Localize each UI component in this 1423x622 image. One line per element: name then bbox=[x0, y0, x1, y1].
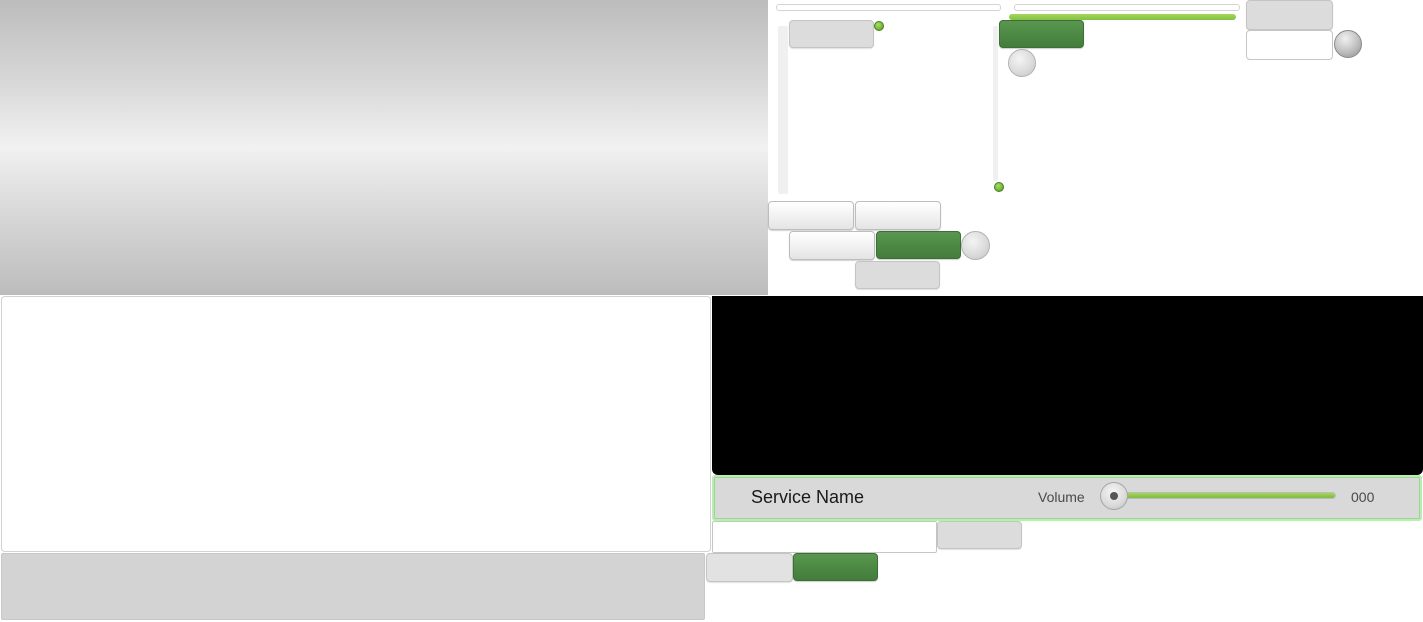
content-panel bbox=[1, 296, 711, 552]
volume-slider-fill bbox=[1113, 493, 1335, 498]
grey-button[interactable] bbox=[1246, 0, 1333, 30]
round-button[interactable] bbox=[1008, 49, 1036, 77]
top-slider-track-left[interactable] bbox=[776, 4, 1001, 11]
grey-button[interactable] bbox=[706, 553, 793, 582]
grey-button[interactable] bbox=[855, 261, 940, 289]
grey-button[interactable] bbox=[789, 20, 874, 48]
service-name-label: Service Name bbox=[751, 487, 865, 507]
grey-button[interactable] bbox=[937, 521, 1022, 549]
vertical-slider-track-left[interactable] bbox=[778, 26, 788, 194]
indicator-dot bbox=[874, 21, 884, 31]
round-button[interactable] bbox=[961, 231, 990, 260]
light-button[interactable] bbox=[768, 201, 854, 230]
top-slider-track-right[interactable] bbox=[1014, 4, 1240, 11]
volume-value: 000 bbox=[1351, 489, 1375, 505]
footer-panel bbox=[1, 553, 705, 620]
volume-slider-knob[interactable] bbox=[1100, 482, 1128, 510]
white-button[interactable] bbox=[1246, 30, 1333, 60]
white-button[interactable] bbox=[712, 521, 937, 553]
volume-slider-track[interactable] bbox=[1112, 492, 1336, 499]
light-button[interactable] bbox=[789, 231, 875, 260]
green-button[interactable] bbox=[793, 553, 878, 581]
green-button[interactable] bbox=[876, 231, 961, 259]
light-button[interactable] bbox=[855, 201, 941, 230]
volume-label: Volume bbox=[1038, 489, 1085, 505]
indicator-dot bbox=[994, 182, 1004, 192]
round-button-dark[interactable] bbox=[1334, 30, 1362, 58]
video-player[interactable] bbox=[712, 296, 1423, 475]
green-button[interactable] bbox=[999, 20, 1084, 48]
vertical-slider-track-right[interactable] bbox=[993, 26, 998, 181]
gradient-panel bbox=[0, 0, 768, 295]
